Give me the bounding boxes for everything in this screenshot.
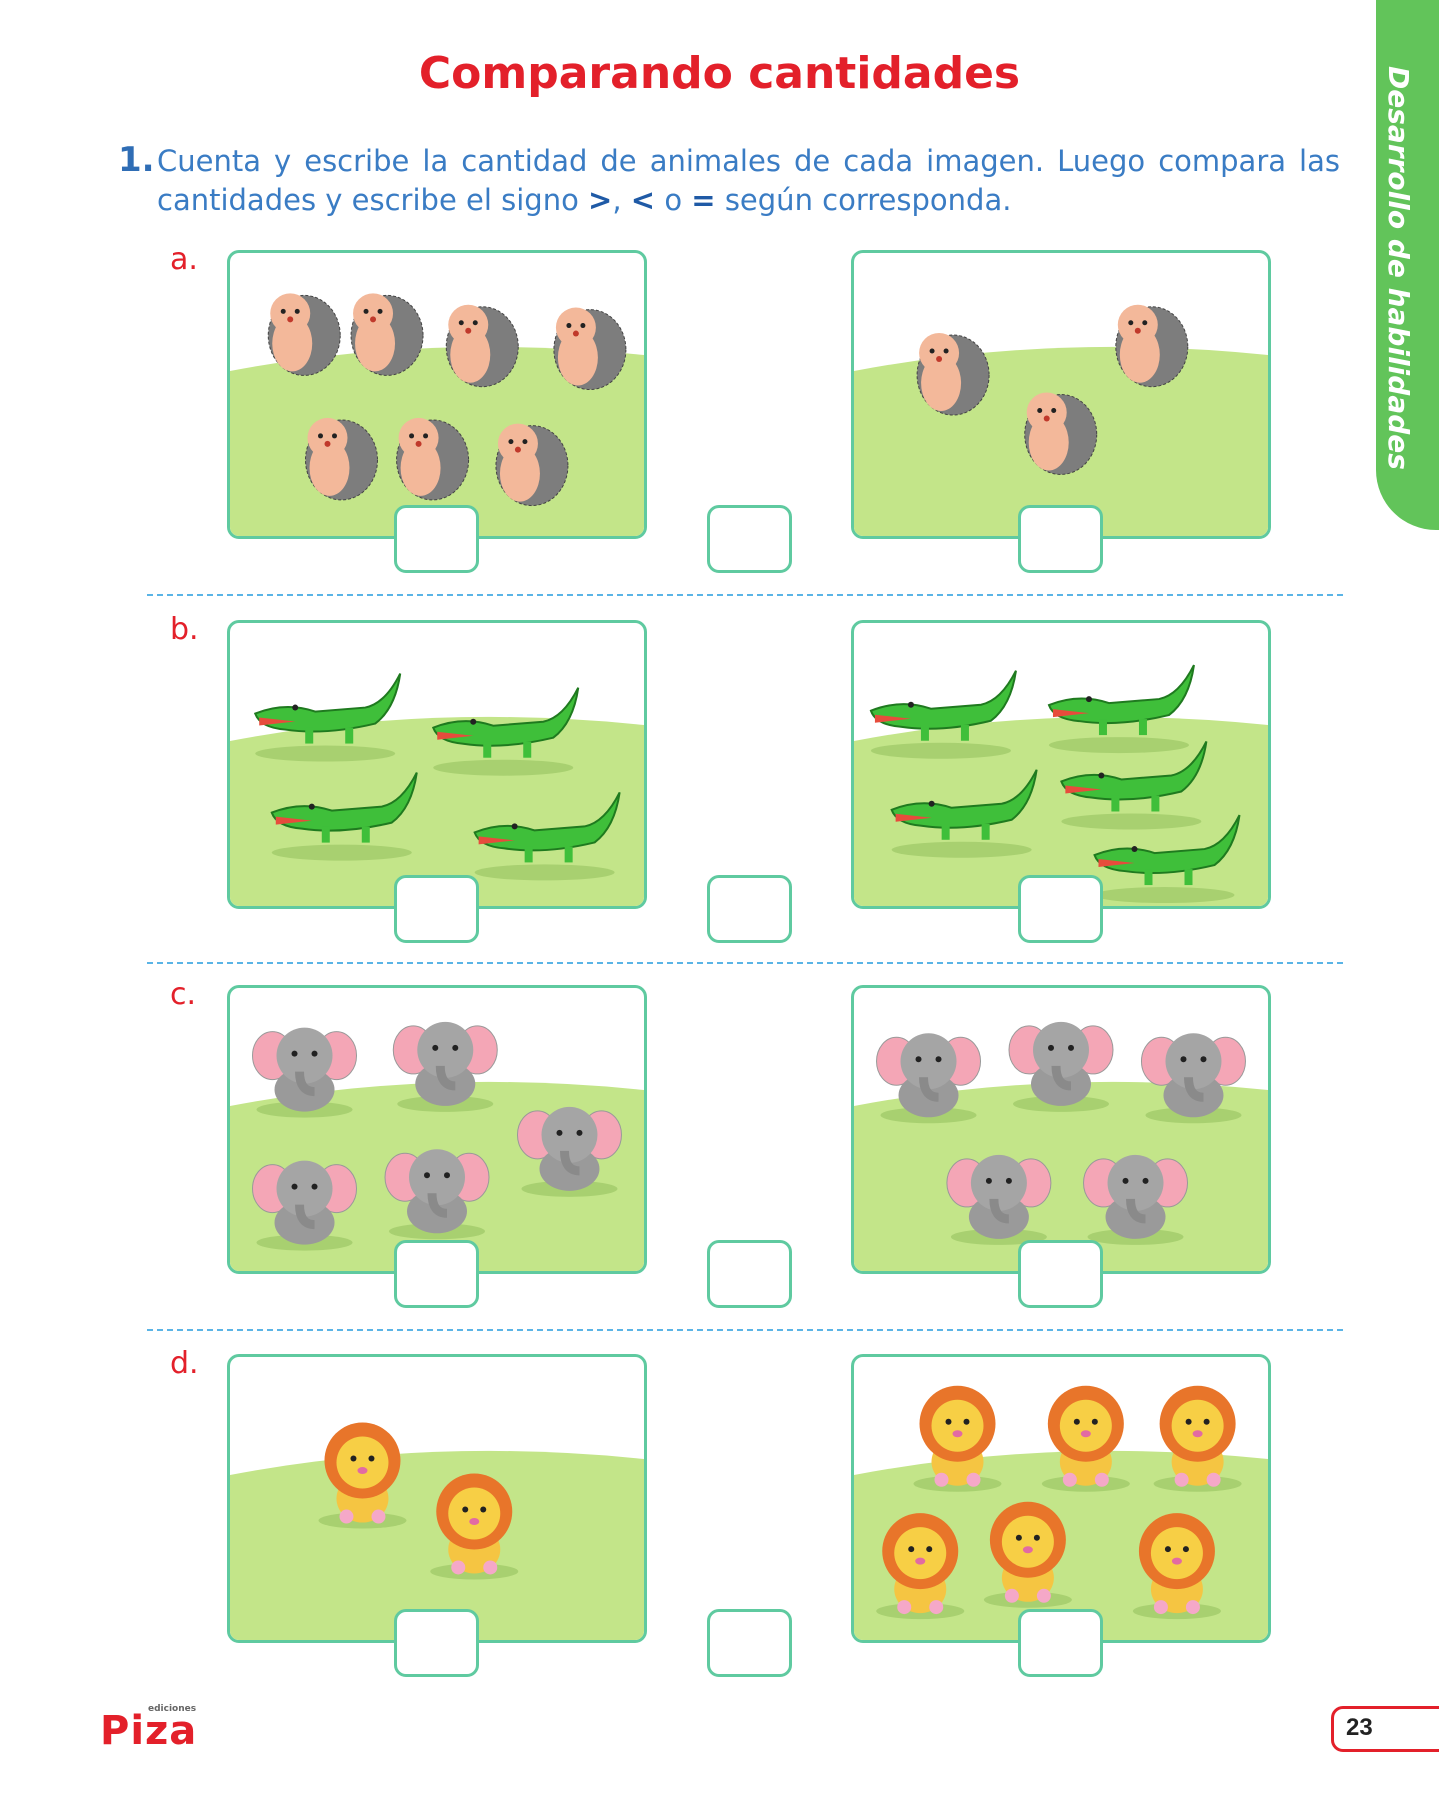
left-count-answer-box[interactable]	[394, 505, 479, 573]
hedgehog-icon	[445, 304, 519, 388]
right-count-answer-box[interactable]	[1018, 1240, 1103, 1308]
equal-sign: =	[691, 183, 716, 217]
instruction-text: Cuenta y escribe la cantidad de animales…	[157, 142, 1340, 220]
hedgehog-icon	[916, 333, 990, 416]
hedgehog-icon	[553, 307, 627, 391]
hedgehog-icon	[350, 293, 424, 376]
comparison-sign-answer-box[interactable]	[707, 505, 792, 573]
page-title: Comparando cantidades	[418, 48, 1021, 99]
right-picture-panel	[851, 1354, 1271, 1643]
publisher-logo: ediciones Piza	[100, 1704, 198, 1754]
section-divider	[147, 962, 1343, 964]
right-picture-panel	[851, 250, 1271, 539]
instruction-part: o	[655, 183, 692, 217]
left-picture-panel	[227, 250, 647, 539]
exercise-label: c.	[170, 977, 197, 1012]
left-count-answer-box[interactable]	[394, 875, 479, 943]
section-tab: Desarrollo de habilidades	[1376, 0, 1439, 530]
left-picture-panel	[227, 985, 647, 1274]
right-count-answer-box[interactable]	[1018, 505, 1103, 573]
logo-text: Piza	[100, 1708, 198, 1754]
logo-subtitle: ediciones	[148, 1704, 197, 1714]
exercise-label: d.	[170, 1346, 199, 1381]
section-tab-label: Desarrollo de habilidades	[1382, 66, 1415, 470]
workbook-page: Comparando cantidades Desarrollo de habi…	[0, 0, 1439, 1800]
greater-sign: >	[588, 183, 613, 217]
exercise-label: a.	[170, 242, 198, 277]
left-picture-panel	[227, 1354, 647, 1643]
section-divider	[147, 1329, 1343, 1331]
right-picture-panel	[851, 620, 1271, 909]
hedgehog-icon	[267, 293, 341, 376]
exercise-label: b.	[170, 612, 199, 647]
instruction-number: 1.	[118, 140, 155, 180]
page-number: 23	[1346, 1714, 1373, 1741]
left-count-answer-box[interactable]	[394, 1609, 479, 1677]
left-picture-panel	[227, 620, 647, 909]
comparison-sign-answer-box[interactable]	[707, 875, 792, 943]
comparison-sign-answer-box[interactable]	[707, 1240, 792, 1308]
section-divider	[147, 594, 1343, 596]
right-count-answer-box[interactable]	[1018, 875, 1103, 943]
instruction-part: ,	[612, 183, 631, 217]
less-sign: <	[630, 183, 656, 217]
instruction-part: según corresponda.	[715, 183, 1012, 217]
page-number-badge: 23	[1331, 1706, 1439, 1752]
comparison-sign-answer-box[interactable]	[707, 1609, 792, 1677]
right-picture-panel	[851, 985, 1271, 1274]
hedgehog-icon	[1115, 304, 1189, 388]
left-count-answer-box[interactable]	[394, 1240, 479, 1308]
right-count-answer-box[interactable]	[1018, 1609, 1103, 1677]
